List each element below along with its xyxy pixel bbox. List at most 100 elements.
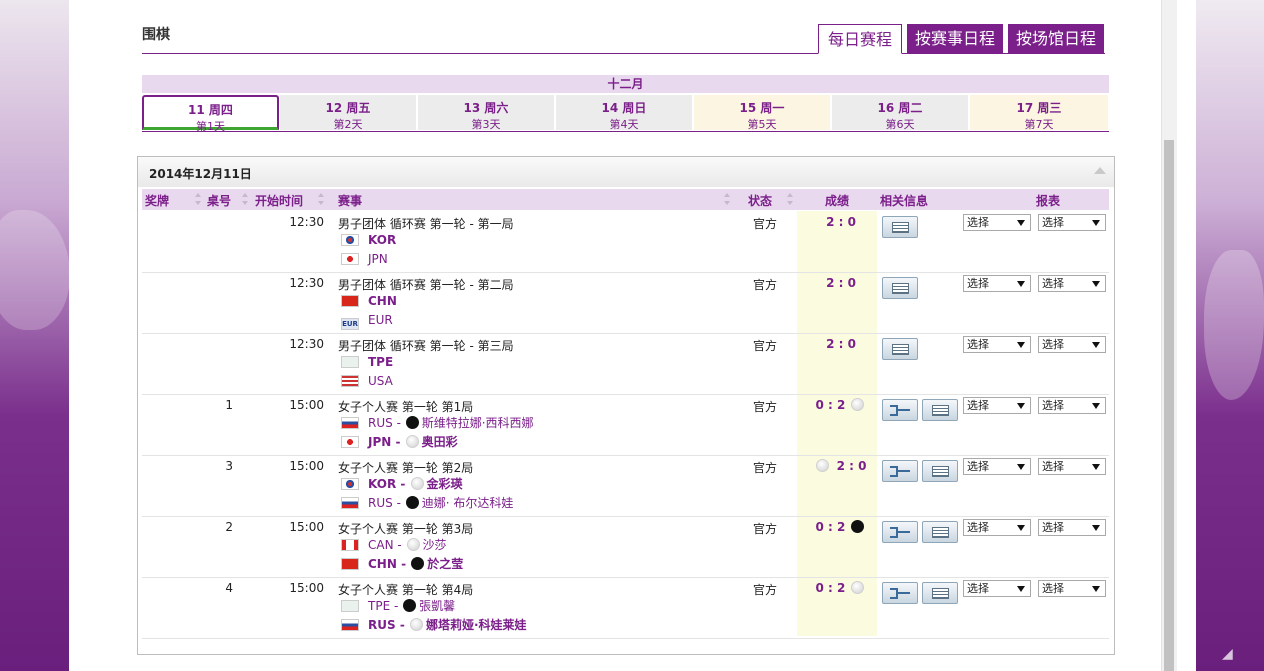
- match-report-button[interactable]: [922, 582, 958, 604]
- info-select[interactable]: 选择: [963, 580, 1031, 597]
- document-icon: [892, 283, 909, 294]
- info-select[interactable]: 选择: [963, 397, 1031, 414]
- tab-by-event[interactable]: 按赛事日程: [907, 24, 1003, 54]
- bracket-button[interactable]: [882, 521, 918, 543]
- table-number: 2: [225, 520, 233, 534]
- match-report-button[interactable]: [922, 399, 958, 421]
- team-2[interactable]: JPN - 奥田彩: [341, 434, 458, 450]
- background-left: [0, 0, 70, 671]
- tab-daily-schedule[interactable]: 每日赛程: [818, 24, 902, 54]
- document-icon: [932, 466, 949, 477]
- rus-flag-icon: [341, 497, 359, 509]
- white-stone-icon: [405, 435, 419, 448]
- rus-flag-icon: [341, 417, 359, 429]
- team-2[interactable]: RUS - 娜塔莉娅·科娃莱娃: [341, 617, 527, 633]
- event-name[interactable]: 男子团体 循环赛 第一轮 - 第二局: [338, 276, 514, 293]
- team-1[interactable]: CHN: [341, 293, 397, 309]
- dropdown-arrow-icon: [1092, 464, 1100, 470]
- player-name[interactable]: 金彩瑛: [427, 477, 463, 491]
- day-tab-3[interactable]: 13 周六 第3天: [418, 95, 555, 131]
- table-number: 1: [225, 398, 233, 412]
- report-select[interactable]: 选择: [1038, 519, 1106, 536]
- bracket-button[interactable]: [882, 582, 918, 604]
- team-2[interactable]: USA: [341, 373, 393, 389]
- header-table[interactable]: 桌号: [207, 192, 231, 209]
- match-report-button[interactable]: [922, 460, 958, 482]
- report-select[interactable]: 选择: [1038, 458, 1106, 475]
- bracket-button[interactable]: [882, 399, 918, 421]
- header-status[interactable]: 状态: [748, 192, 772, 209]
- day-tab-6[interactable]: 16 周二 第6天: [832, 95, 969, 131]
- tpe-flag-icon: [341, 356, 359, 368]
- team-1[interactable]: TPE - 張凱馨: [341, 598, 455, 614]
- report-select[interactable]: 选择: [1038, 336, 1106, 353]
- team-code: KOR: [368, 477, 397, 491]
- collapse-icon[interactable]: [1094, 167, 1106, 174]
- event-name[interactable]: 女子个人赛 第一轮 第1局: [338, 398, 473, 415]
- sort-icon[interactable]: [194, 191, 202, 207]
- sort-icon[interactable]: [241, 191, 249, 207]
- info-select[interactable]: 选择: [963, 275, 1031, 292]
- report-select[interactable]: 选择: [1038, 214, 1106, 231]
- day-tab-4[interactable]: 14 周日 第4天: [556, 95, 693, 131]
- sort-icon[interactable]: [786, 191, 794, 207]
- info-select[interactable]: 选择: [963, 458, 1031, 475]
- team-1[interactable]: CAN - 沙莎: [341, 537, 447, 553]
- team-1[interactable]: RUS - 斯维特拉娜·西科西娜: [341, 415, 534, 431]
- team-2[interactable]: CHN - 於之莹: [341, 556, 463, 572]
- kor-flag-icon: [341, 478, 359, 490]
- team-2[interactable]: EUR EUR: [341, 312, 393, 330]
- match-report-button[interactable]: [882, 277, 918, 299]
- bracket-button[interactable]: [882, 460, 918, 482]
- select-value: 选择: [1042, 338, 1064, 351]
- team-2[interactable]: JPN: [341, 251, 388, 267]
- team-1[interactable]: KOR - 金彩瑛: [341, 476, 463, 492]
- header-start-time[interactable]: 开始时间: [255, 192, 303, 209]
- player-name[interactable]: 斯维特拉娜·西科西娜: [422, 416, 534, 430]
- sort-icon[interactable]: [317, 191, 325, 207]
- score: 2 : 0: [801, 459, 881, 473]
- day-number: 第5天: [747, 118, 777, 131]
- event-name[interactable]: 女子个人赛 第一轮 第3局: [338, 520, 473, 537]
- scrollbar-thumb[interactable]: [1164, 140, 1174, 671]
- team-2[interactable]: RUS - 迪娜· 布尔达科娃: [341, 495, 513, 511]
- team-code: EUR: [368, 313, 393, 327]
- team-1[interactable]: KOR: [341, 232, 396, 248]
- player-name[interactable]: 奥田彩: [422, 435, 458, 449]
- match-report-button[interactable]: [922, 521, 958, 543]
- header-event[interactable]: 赛事: [338, 192, 362, 209]
- player-name[interactable]: 迪娜· 布尔达科娃: [422, 496, 514, 510]
- player-name[interactable]: 娜塔莉娅·科娃莱娃: [426, 618, 527, 632]
- select-value: 选择: [967, 460, 989, 473]
- player-name[interactable]: 於之莹: [427, 557, 463, 571]
- day-date: 11 周四: [188, 103, 233, 117]
- match-report-button[interactable]: [882, 216, 918, 238]
- day-tab-7[interactable]: 17 周三 第7天: [970, 95, 1109, 131]
- white-stone-icon: [850, 398, 864, 411]
- event-name[interactable]: 男子团体 循环赛 第一轮 - 第一局: [338, 215, 514, 232]
- sort-icon[interactable]: [723, 191, 731, 207]
- event-name[interactable]: 女子个人赛 第一轮 第4局: [338, 581, 473, 598]
- player-name[interactable]: 張凱馨: [419, 599, 455, 613]
- report-select[interactable]: 选择: [1038, 397, 1106, 414]
- info-select[interactable]: 选择: [963, 214, 1031, 231]
- tab-by-venue[interactable]: 按场馆日程: [1008, 24, 1104, 54]
- match-report-button[interactable]: [882, 338, 918, 360]
- player-name[interactable]: 沙莎: [423, 538, 447, 552]
- day-tab-2[interactable]: 12 周五 第2天: [280, 95, 417, 131]
- day-tab-5[interactable]: 15 周一 第5天: [694, 95, 831, 131]
- report-select[interactable]: 选择: [1038, 275, 1106, 292]
- info-select[interactable]: 选择: [963, 336, 1031, 353]
- jpn-flag-icon: [341, 436, 359, 448]
- report-select[interactable]: 选择: [1038, 580, 1106, 597]
- event-name[interactable]: 女子个人赛 第一轮 第2局: [338, 459, 473, 476]
- event-name[interactable]: 男子团体 循环赛 第一轮 - 第三局: [338, 337, 514, 354]
- header-result: 成绩: [825, 194, 850, 208]
- month-label: 十二月: [142, 75, 1109, 93]
- header-medal[interactable]: 奖牌: [145, 192, 169, 209]
- day-tab-1[interactable]: 11 周四 第1天: [142, 95, 279, 133]
- dropdown-arrow-icon: [1017, 342, 1025, 348]
- info-select[interactable]: 选择: [963, 519, 1031, 536]
- scrollbar[interactable]: [1161, 0, 1177, 671]
- team-1[interactable]: TPE: [341, 354, 393, 370]
